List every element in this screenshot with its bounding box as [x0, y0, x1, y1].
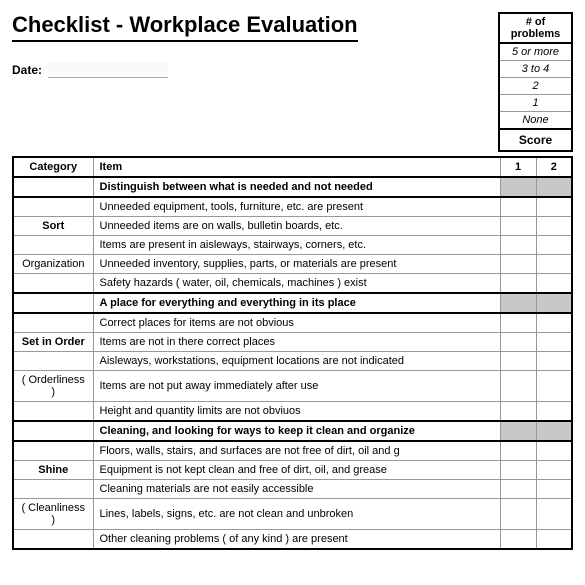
section-header: A place for everything and everything in…	[13, 293, 572, 313]
table-row: Floors, walls, stairs, and surfaces are …	[13, 441, 572, 461]
score-cell[interactable]	[500, 333, 536, 352]
score-cell[interactable]	[500, 441, 536, 461]
score-cell[interactable]	[500, 421, 536, 441]
category-main: Shine	[13, 461, 93, 480]
category-sub: Organization	[13, 255, 93, 274]
score-cell[interactable]	[500, 371, 536, 402]
category-sub: ( Cleanliness )	[13, 499, 93, 530]
item-text: Unneeded inventory, supplies, parts, or …	[93, 255, 500, 274]
item-text: Unneeded equipment, tools, furniture, et…	[93, 197, 500, 217]
score-cell[interactable]	[500, 530, 536, 550]
item-text: Safety hazards ( water, oil, chemicals, …	[93, 274, 500, 294]
item-text: Cleaning materials are not easily access…	[93, 480, 500, 499]
score-cell[interactable]	[500, 499, 536, 530]
score-cell[interactable]	[500, 480, 536, 499]
score-cell[interactable]	[500, 255, 536, 274]
item-text: Floors, walls, stairs, and surfaces are …	[93, 441, 500, 461]
table-row: Aisleways, workstations, equipment locat…	[13, 352, 572, 371]
score-cell[interactable]	[536, 499, 572, 530]
score-cell[interactable]	[536, 441, 572, 461]
category-main: Sort	[13, 217, 93, 236]
score-cell[interactable]	[536, 313, 572, 333]
score-cell[interactable]	[536, 197, 572, 217]
table-row: Sort Unneeded items are on walls, bullet…	[13, 217, 572, 236]
section-title: A place for everything and everything in…	[93, 293, 500, 313]
date-label: Date:	[12, 63, 42, 77]
date-input[interactable]	[48, 62, 168, 78]
section-title: Distinguish between what is needed and n…	[93, 177, 500, 197]
score-cell[interactable]	[500, 402, 536, 422]
score-cell[interactable]	[536, 333, 572, 352]
score-cell[interactable]	[536, 177, 572, 197]
table-header-row: Category Item 1 2	[13, 157, 572, 177]
col-score2: 2	[536, 157, 572, 177]
problems-level: None	[500, 112, 571, 128]
item-text: Items are not in there correct places	[93, 333, 500, 352]
item-text: Lines, labels, signs, etc. are not clean…	[93, 499, 500, 530]
score-cell[interactable]	[500, 313, 536, 333]
col-category: Category	[13, 157, 93, 177]
item-text: Correct places for items are not obvious	[93, 313, 500, 333]
score-cell[interactable]	[536, 461, 572, 480]
score-cell[interactable]	[536, 371, 572, 402]
score-cell[interactable]	[536, 480, 572, 499]
table-row: Set in Order Items are not in there corr…	[13, 333, 572, 352]
table-row: Unneeded equipment, tools, furniture, et…	[13, 197, 572, 217]
table-row: Other cleaning problems ( of any kind ) …	[13, 530, 572, 550]
problems-level: 2	[500, 78, 571, 95]
score-cell[interactable]	[500, 293, 536, 313]
score-cell[interactable]	[536, 217, 572, 236]
item-text: Height and quantity limits are not obviu…	[93, 402, 500, 422]
score-cell[interactable]	[500, 197, 536, 217]
col-score1: 1	[500, 157, 536, 177]
item-text: Items are not put away immediately after…	[93, 371, 500, 402]
table-row: Organization Unneeded inventory, supplie…	[13, 255, 572, 274]
table-row: Items are present in aisleways, stairway…	[13, 236, 572, 255]
item-text: Equipment is not kept clean and free of …	[93, 461, 500, 480]
category-main: Set in Order	[13, 333, 93, 352]
problems-box: # of problems 5 or more 3 to 4 2 1 None	[498, 12, 573, 130]
section-header: Distinguish between what is needed and n…	[13, 177, 572, 197]
score-cell[interactable]	[500, 236, 536, 255]
problems-header: # of problems	[500, 14, 571, 44]
section-header: Cleaning, and looking for ways to keep i…	[13, 421, 572, 441]
score-cell[interactable]	[536, 352, 572, 371]
page-title: Checklist - Workplace Evaluation	[12, 12, 358, 42]
score-cell[interactable]	[500, 461, 536, 480]
score-label: Score	[498, 130, 573, 152]
table-row: ( Cleanliness ) Lines, labels, signs, et…	[13, 499, 572, 530]
table-row: Cleaning materials are not easily access…	[13, 480, 572, 499]
item-text: Aisleways, workstations, equipment locat…	[93, 352, 500, 371]
problems-level: 3 to 4	[500, 61, 571, 78]
table-row: Correct places for items are not obvious	[13, 313, 572, 333]
score-cell[interactable]	[500, 177, 536, 197]
item-text: Unneeded items are on walls, bulletin bo…	[93, 217, 500, 236]
problems-level: 1	[500, 95, 571, 112]
item-text: Items are present in aisleways, stairway…	[93, 236, 500, 255]
score-cell[interactable]	[500, 274, 536, 294]
score-cell[interactable]	[536, 293, 572, 313]
score-cell[interactable]	[536, 255, 572, 274]
problems-level: 5 or more	[500, 44, 571, 61]
section-title: Cleaning, and looking for ways to keep i…	[93, 421, 500, 441]
score-cell[interactable]	[536, 421, 572, 441]
table-row: Safety hazards ( water, oil, chemicals, …	[13, 274, 572, 294]
table-row: Shine Equipment is not kept clean and fr…	[13, 461, 572, 480]
table-row: ( Orderliness ) Items are not put away i…	[13, 371, 572, 402]
score-cell[interactable]	[536, 402, 572, 422]
score-cell[interactable]	[500, 217, 536, 236]
score-cell[interactable]	[536, 236, 572, 255]
score-cell[interactable]	[536, 274, 572, 294]
evaluation-table: Category Item 1 2 Distinguish between wh…	[12, 156, 573, 550]
item-text: Other cleaning problems ( of any kind ) …	[93, 530, 500, 550]
score-cell[interactable]	[500, 352, 536, 371]
table-row: Height and quantity limits are not obviu…	[13, 402, 572, 422]
col-item: Item	[93, 157, 500, 177]
score-cell[interactable]	[536, 530, 572, 550]
category-sub: ( Orderliness )	[13, 371, 93, 402]
